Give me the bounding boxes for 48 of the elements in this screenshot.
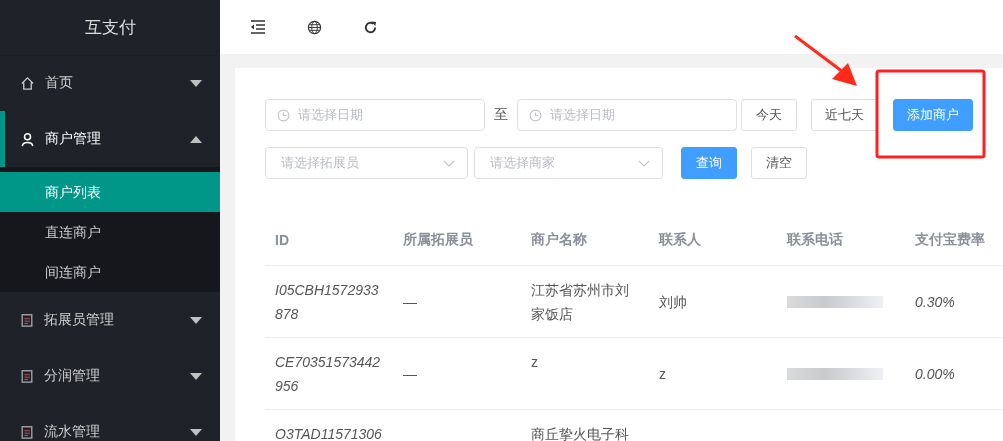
app-logo: 互支付 [0, 0, 220, 55]
menu-fold-icon[interactable] [250, 20, 266, 34]
date-range-button[interactable]: 今天 [741, 99, 797, 131]
submenu-item[interactable]: 直连商户 [0, 212, 220, 252]
caret-icon [190, 372, 202, 380]
caret-icon [190, 428, 202, 436]
submenu-item[interactable]: 间连商户 [0, 252, 220, 292]
expander-name: — [403, 365, 417, 382]
user-icon [20, 131, 35, 147]
caret-icon [190, 79, 202, 87]
merchant-name: 江苏省苏州市刘家饭店 [531, 281, 629, 322]
filter-action-button[interactable]: 清空 [751, 147, 807, 179]
contact-name: 刘帅 [659, 293, 687, 310]
globe-icon[interactable] [307, 19, 322, 35]
clock-icon [529, 108, 542, 122]
merchant-name: 商丘挚火电子科 [531, 425, 629, 441]
caret-icon [190, 316, 202, 324]
range-separator: 至 [493, 106, 509, 124]
date-range-button[interactable]: 近七天 [811, 99, 878, 131]
column-header: 商户名称 [531, 230, 587, 247]
clock-icon [277, 108, 290, 122]
refresh-icon[interactable] [363, 19, 378, 35]
clipboard-icon [20, 425, 34, 439]
sidebar-menu-item[interactable]: 分润管理 [0, 348, 220, 404]
annotation-arrow [794, 34, 857, 86]
column-header: ID [275, 231, 289, 248]
sidebar-menu-item[interactable]: 拓展员管理 [0, 292, 220, 348]
merchant-id: CE70351573442956 [275, 353, 381, 394]
sidebar-menu-item[interactable]: 首页 [0, 55, 220, 111]
chevron-down-icon [443, 159, 455, 167]
alipay-rate: 0.30% [915, 293, 955, 310]
merchant-name: z [531, 353, 538, 370]
column-header: 联系电话 [787, 230, 843, 247]
sidebar-menu-item[interactable]: 流水管理 [0, 404, 220, 441]
caret-icon [190, 135, 202, 143]
column-header: 支付宝费率 [915, 230, 985, 247]
clipboard-icon [20, 313, 34, 327]
column-header: 所属拓展员 [403, 230, 473, 247]
submenu-item[interactable]: 商户列表 [0, 172, 220, 212]
home-icon [20, 75, 35, 91]
contact-name: z [659, 365, 666, 382]
alipay-rate: 0.00% [915, 365, 955, 382]
clipboard-icon [20, 369, 34, 383]
merchant-id: I05CBH1572933878 [275, 281, 379, 322]
merchant-id: O3TAD11571306 [275, 425, 382, 441]
chevron-down-icon [638, 159, 650, 167]
expander-name: — [403, 293, 417, 310]
column-header: 联系人 [659, 230, 701, 247]
